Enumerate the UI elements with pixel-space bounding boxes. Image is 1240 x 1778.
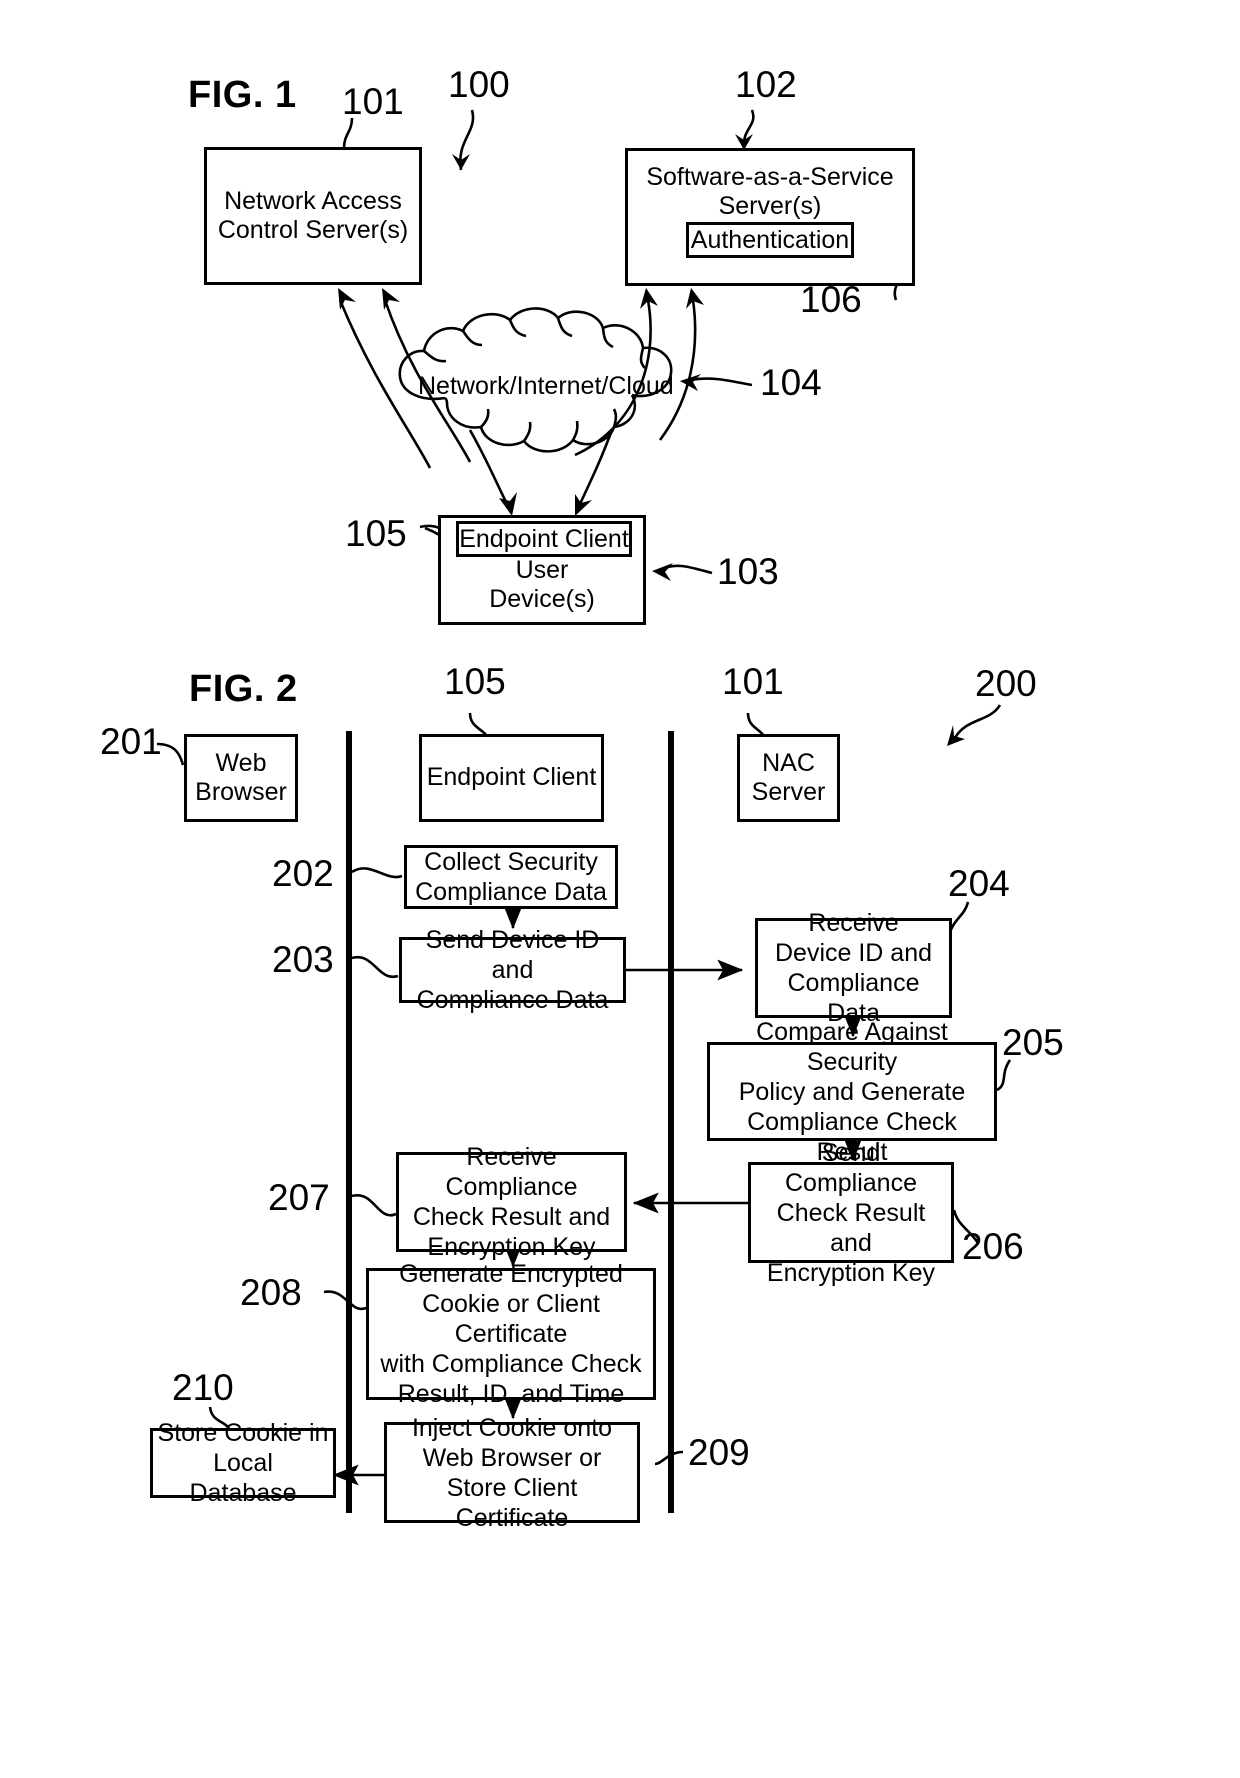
- authentication-label: Authentication: [690, 225, 850, 254]
- step-204-label: Receive Device ID and Compliance Data: [774, 909, 933, 1027]
- step-206-box: Send Compliance Check Result and Encrypt…: [748, 1139, 954, 1287]
- ref-201: 201: [100, 721, 162, 762]
- endpoint-client-label: Endpoint Client: [459, 524, 629, 553]
- ref-204: 204: [948, 863, 1010, 904]
- cloud-label: Network/Internet/Cloud: [418, 372, 674, 400]
- ref-205: 205: [1002, 1022, 1064, 1063]
- ref-105-fig1: 105: [345, 513, 407, 554]
- authentication-box: Authentication: [686, 222, 854, 258]
- nac-server-box: Network Access Control Server(s): [204, 147, 422, 285]
- saas-server-box: Software-as-a-Service Server(s): [625, 148, 915, 286]
- step-210-box: Store Cookie in Local Database: [150, 1419, 336, 1507]
- step-203-label: Send Device ID and Compliance Data: [416, 926, 609, 1014]
- step-206-label: Send Compliance Check Result and Encrypt…: [766, 1138, 936, 1287]
- nac-server-actor-box: NAC Server: [737, 734, 840, 822]
- step-208-box: Generate Encrypted Cookie or Client Cert…: [366, 1260, 656, 1408]
- step-203-box: Send Device ID and Compliance Data: [399, 926, 626, 1014]
- ref-203: 203: [272, 939, 334, 980]
- ref-105-fig2: 105: [444, 661, 506, 702]
- ref-210: 210: [172, 1367, 234, 1408]
- nac-server-label: Network Access Control Server(s): [217, 186, 409, 244]
- ref-106: 106: [800, 279, 862, 320]
- ref-209: 209: [688, 1432, 750, 1473]
- endpoint-client-inner-box: Endpoint Client: [456, 521, 632, 557]
- ref-103: 103: [717, 551, 779, 592]
- web-browser-box: Web Browser: [184, 734, 298, 822]
- figure-1-title: FIG. 1: [188, 74, 297, 116]
- step-202-box: Collect Security Compliance Data: [404, 845, 618, 909]
- ref-202: 202: [272, 853, 334, 894]
- step-208-label: Generate Encrypted Cookie or Client Cert…: [380, 1260, 642, 1408]
- ref-104: 104: [760, 362, 822, 403]
- patent-figure-page: FIG. 1 101 100 102 106 104 105 103 Netwo…: [0, 0, 1240, 1778]
- step-202-label: Collect Security Compliance Data: [415, 848, 607, 906]
- ref-207: 207: [268, 1177, 330, 1218]
- lifeline-left: [346, 731, 352, 1513]
- step-205-box: Compare Against Security Policy and Gene…: [707, 1018, 997, 1166]
- ref-101-fig1: 101: [342, 81, 404, 122]
- ref-100: 100: [448, 64, 510, 105]
- figure-2-title: FIG. 2: [189, 668, 298, 710]
- step-210-label: Store Cookie in Local Database: [157, 1419, 329, 1507]
- nac-server-actor-label: NAC Server: [751, 748, 826, 806]
- saas-server-label: Software-as-a-Service Server(s): [646, 163, 894, 221]
- web-browser-label: Web Browser: [195, 748, 287, 806]
- step-207-box: Receive Compliance Check Result and Encr…: [396, 1143, 627, 1261]
- ref-206: 206: [962, 1226, 1024, 1267]
- ref-102: 102: [735, 64, 797, 105]
- step-207-label: Receive Compliance Check Result and Encr…: [412, 1143, 611, 1261]
- user-device-label: User Device(s): [489, 555, 595, 613]
- ref-208: 208: [240, 1272, 302, 1313]
- ref-101-fig2: 101: [722, 661, 784, 702]
- step-209-box: Inject Cookie onto Web Browser or Store …: [384, 1414, 640, 1532]
- endpoint-client-box: Endpoint Client: [419, 734, 604, 822]
- step-209-label: Inject Cookie onto Web Browser or Store …: [411, 1413, 613, 1532]
- ref-200: 200: [975, 663, 1037, 704]
- endpoint-client-actor-label: Endpoint Client: [426, 763, 597, 792]
- lifeline-right: [668, 731, 674, 1513]
- step-204-box: Receive Device ID and Compliance Data: [755, 909, 952, 1027]
